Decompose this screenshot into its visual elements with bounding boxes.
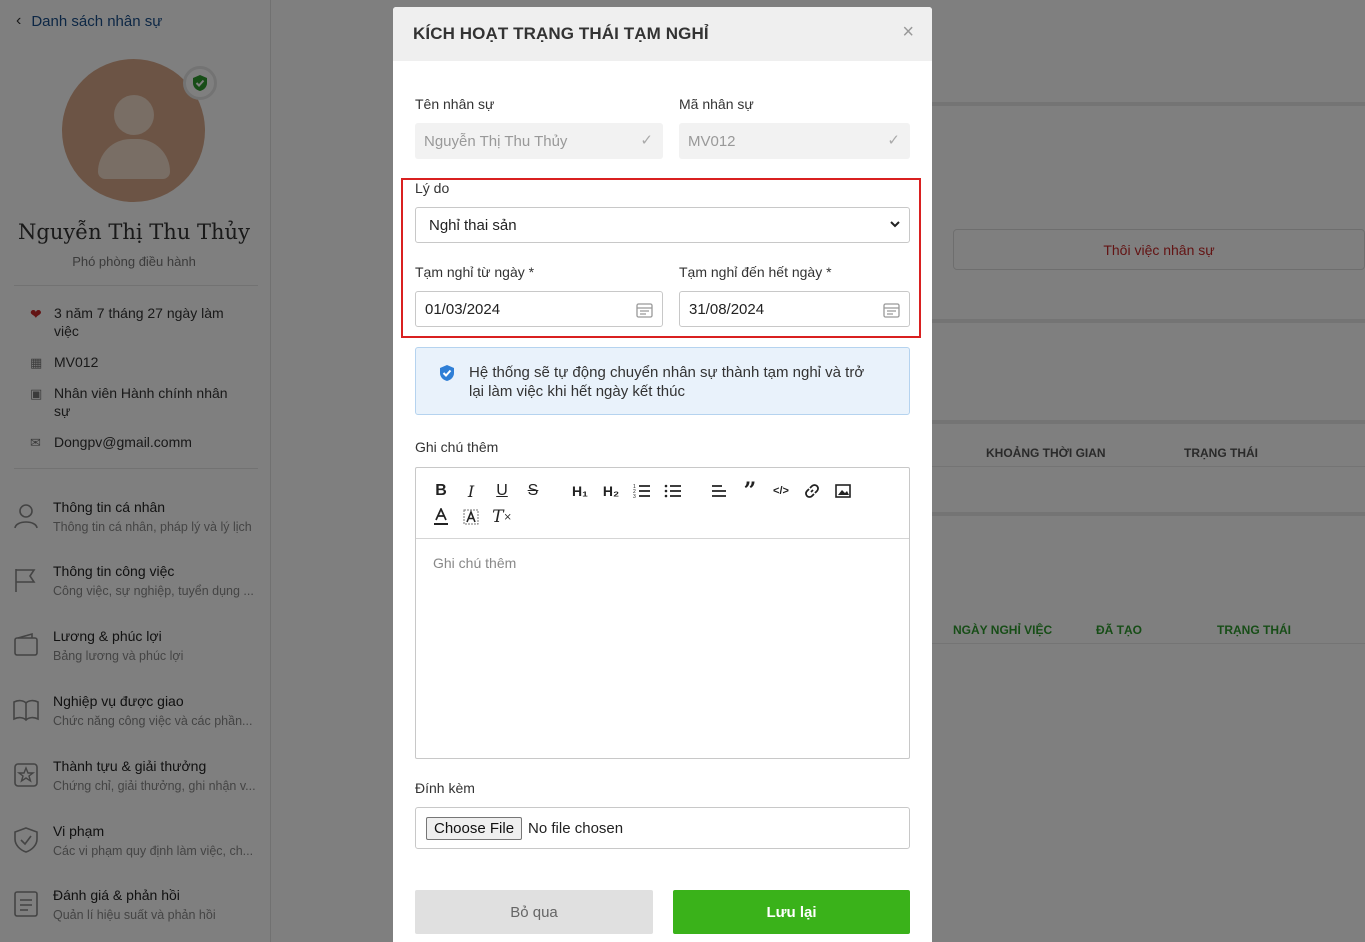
note-editor-area[interactable]: Ghi chú thêm <box>416 539 909 587</box>
employee-code-label: Mã nhân sự <box>679 96 754 112</box>
note-label: Ghi chú thêm <box>415 439 499 455</box>
start-date-label: Tạm nghỉ từ ngày * <box>415 264 535 280</box>
file-status: No file chosen <box>528 819 624 837</box>
employee-name-label: Tên nhân sự <box>415 96 495 112</box>
code-icon[interactable]: </> <box>770 480 792 502</box>
close-icon[interactable]: × <box>902 21 914 44</box>
link-icon[interactable] <box>801 480 823 502</box>
align-left-icon[interactable] <box>708 480 730 502</box>
bullet-list-icon[interactable] <box>662 480 684 502</box>
suspend-status-modal: KÍCH HOẠT TRẠNG THÁI TẠM NGHỈ × Tên nhân… <box>393 7 932 942</box>
clear-format-icon[interactable]: T × <box>491 506 513 528</box>
rich-text-editor: B I U S H₁ H₂ 123 ” </> T × Ghi chú thêm <box>415 467 910 759</box>
editor-toolbar: B I U S H₁ H₂ 123 ” </> T × <box>416 468 909 539</box>
info-notice: Hệ thống sẽ tự động chuyển nhân sự thành… <box>415 347 910 415</box>
svg-text:3: 3 <box>633 494 636 499</box>
choose-file-button[interactable]: Choose File <box>426 816 523 840</box>
background-color-icon[interactable] <box>460 506 482 528</box>
employee-code-field: MV012 ✓ <box>679 123 910 159</box>
check-icon: ✓ <box>640 132 653 149</box>
heading2-icon[interactable]: H₂ <box>600 480 622 502</box>
blockquote-icon[interactable]: ” <box>739 478 761 504</box>
heading1-icon[interactable]: H₁ <box>569 480 591 502</box>
bold-icon[interactable]: B <box>430 480 452 502</box>
shield-check-icon <box>440 365 454 381</box>
calendar-icon[interactable] <box>883 302 900 318</box>
chevron-down-icon <box>890 221 900 228</box>
strikethrough-icon[interactable]: S <box>522 480 544 502</box>
reason-select[interactable]: Nghỉ thai sản <box>415 207 910 243</box>
underline-icon[interactable]: U <box>491 480 513 502</box>
modal-header: KÍCH HOẠT TRẠNG THÁI TẠM NGHỈ <box>393 7 932 61</box>
calendar-icon[interactable] <box>636 302 653 318</box>
text-color-icon[interactable] <box>430 506 452 528</box>
save-button[interactable]: Lưu lại <box>673 890 910 934</box>
ordered-list-icon[interactable]: 123 <box>631 480 653 502</box>
employee-name-field: Nguyễn Thị Thu Thủy ✓ <box>415 123 663 159</box>
image-icon[interactable] <box>832 480 854 502</box>
cancel-button[interactable]: Bỏ qua <box>415 890 653 934</box>
italic-icon[interactable]: I <box>460 480 482 502</box>
attachment-label: Đính kèm <box>415 780 475 796</box>
end-date-label: Tạm nghỉ đến hết ngày * <box>679 264 832 280</box>
modal-title: KÍCH HOẠT TRẠNG THÁI TẠM NGHỈ <box>413 24 709 43</box>
start-date-input[interactable]: 01/03/2024 <box>415 291 663 327</box>
reason-label: Lý do <box>415 180 450 196</box>
check-icon: ✓ <box>887 132 900 149</box>
end-date-input[interactable]: 31/08/2024 <box>679 291 910 327</box>
file-input[interactable]: Choose File No file chosen <box>415 807 910 849</box>
